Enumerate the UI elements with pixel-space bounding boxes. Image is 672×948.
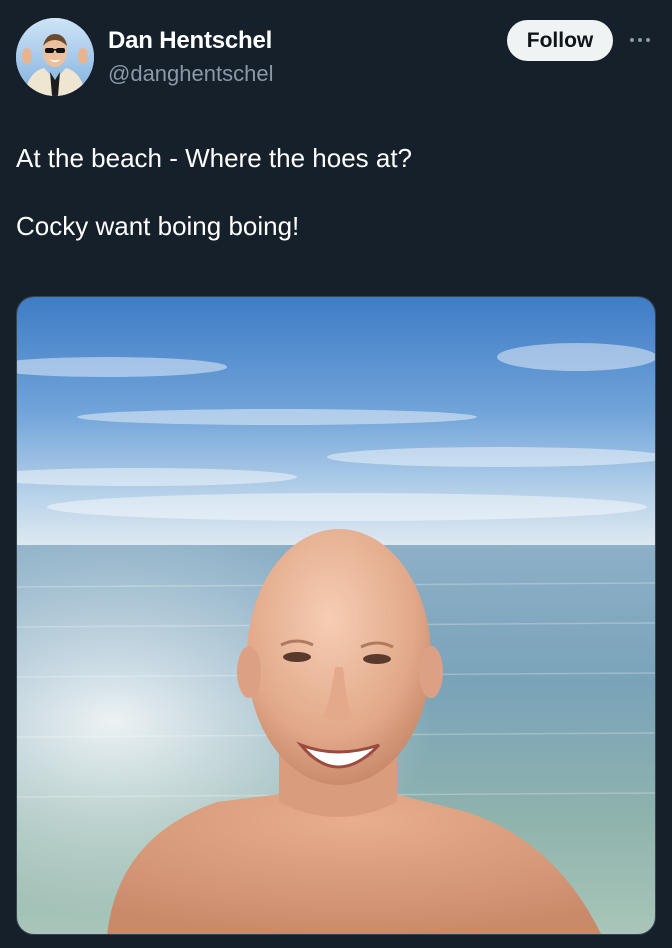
tweet-text: At the beach - Where the hoes at? Cocky … bbox=[16, 141, 656, 243]
more-dot bbox=[646, 38, 650, 42]
tweet-card: Dan Hentschel @danghentschel Follow At t… bbox=[0, 0, 672, 948]
tweet-text-line: At the beach - Where the hoes at? bbox=[16, 143, 413, 173]
author-avatar[interactable] bbox=[16, 18, 94, 96]
more-dot bbox=[638, 38, 642, 42]
author-handle[interactable]: @danghentschel bbox=[108, 61, 273, 87]
follow-button[interactable]: Follow bbox=[507, 20, 613, 61]
more-options-icon[interactable] bbox=[624, 28, 656, 52]
author-display-name[interactable]: Dan Hentschel bbox=[108, 27, 272, 55]
tweet-photo[interactable] bbox=[16, 296, 656, 935]
profile-avatar-icon bbox=[16, 18, 94, 96]
more-dot bbox=[630, 38, 634, 42]
tweet-text-line: Cocky want boing boing! bbox=[16, 211, 300, 241]
beach-selfie-image bbox=[17, 297, 655, 934]
